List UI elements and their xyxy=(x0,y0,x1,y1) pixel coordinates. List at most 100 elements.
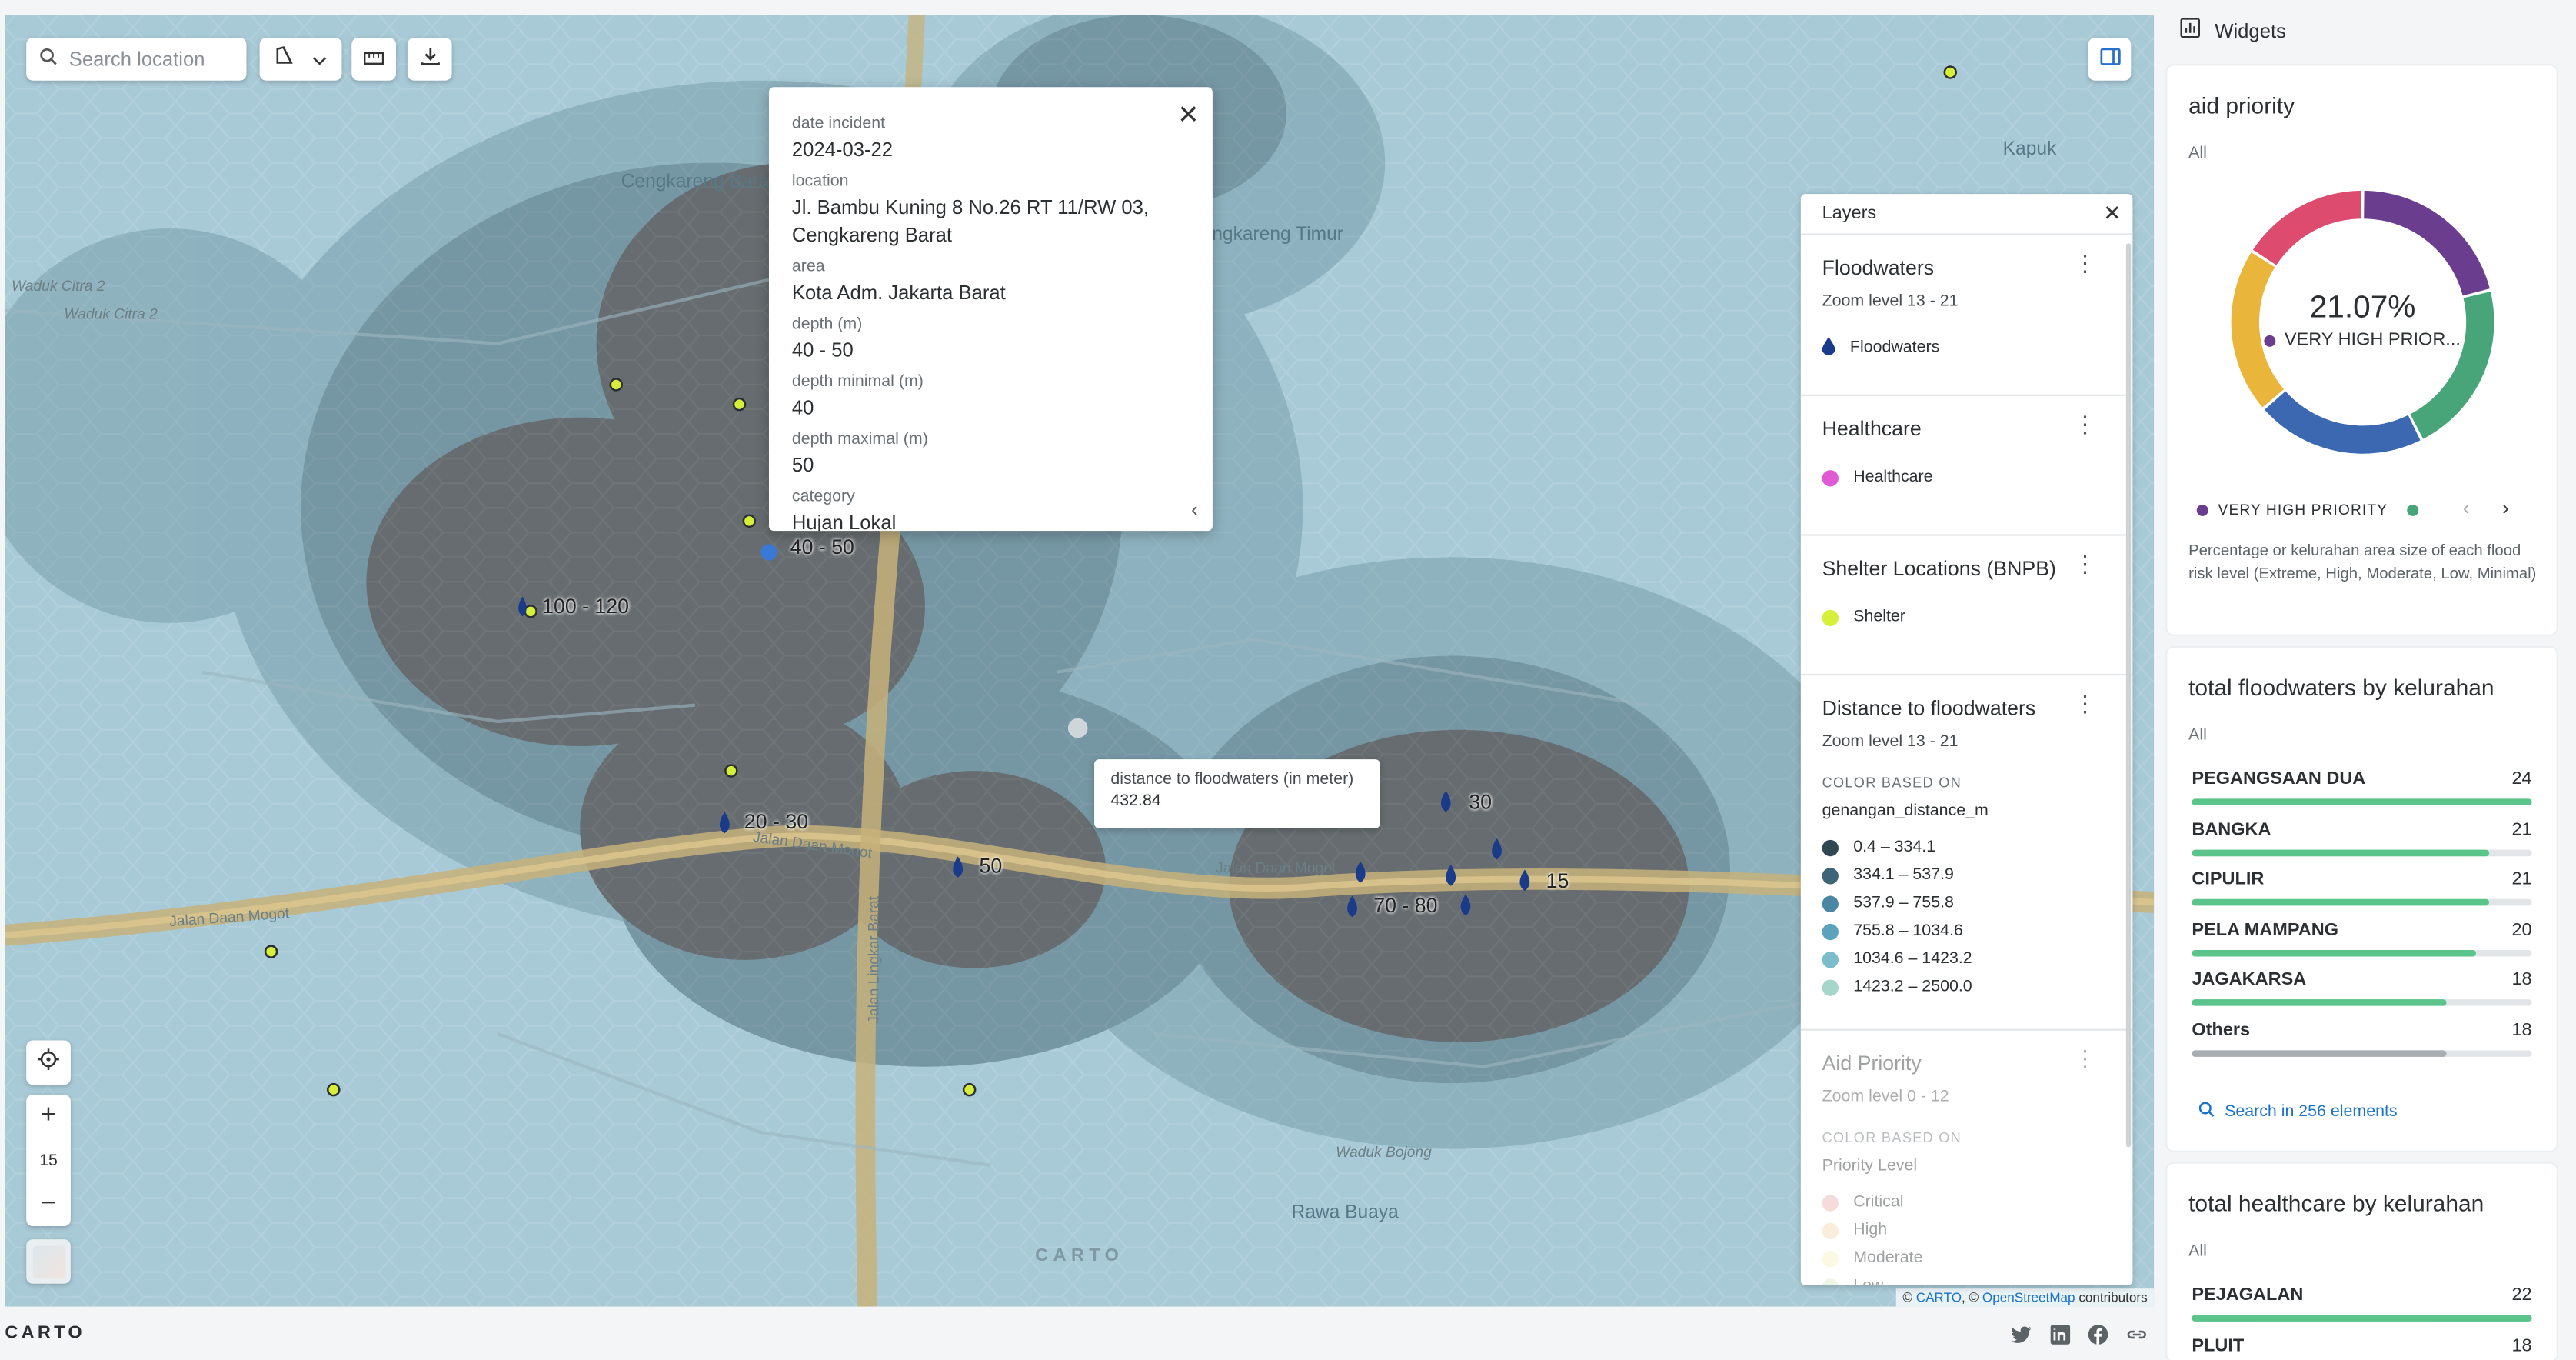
popup-field-value: 50 xyxy=(791,453,814,477)
tooltip-key: distance to floodwaters (in meter) xyxy=(1110,771,1354,789)
point-label: 100 - 120 xyxy=(542,595,629,618)
legend-item: High xyxy=(1822,1216,2112,1244)
map-label-waduk-citra-a: Waduk Citra 2 xyxy=(11,278,105,295)
category-name: PELA MAMPANG xyxy=(2192,919,2339,940)
search-icon xyxy=(39,48,58,71)
point-label: 70 - 80 xyxy=(1373,894,1438,918)
category-bar xyxy=(2192,999,2448,1006)
download-button[interactable] xyxy=(407,38,452,81)
more-options-icon[interactable]: ⋮ xyxy=(2074,552,2097,575)
link-icon[interactable] xyxy=(2126,1323,2148,1352)
legend-swatch xyxy=(1822,608,1839,626)
search-placeholder: Search location xyxy=(68,47,205,71)
legend-label: 537.9 – 755.8 xyxy=(1853,894,1954,912)
legend-swatch xyxy=(1822,951,1839,968)
category-count: 18 xyxy=(2511,969,2532,990)
category-bar xyxy=(2192,898,2490,906)
category-bar-track xyxy=(2192,1049,2532,1056)
legend-swatch xyxy=(1822,922,1839,940)
layer-shelter[interactable]: Shelter Locations (BNPB) ⋮ Shelter xyxy=(1800,536,2133,676)
layer-distance[interactable]: Distance to floodwaters Zoom level 13 - … xyxy=(1800,675,2133,1031)
popup-field-value: Jl. Bambu Kuning 8 No.26 RT 11/RW 03, Ce… xyxy=(791,195,1150,247)
linkedin-icon[interactable] xyxy=(2050,1323,2071,1352)
legend-label: VERY HIGH PRIORITY xyxy=(2218,501,2388,518)
footer: CARTO xyxy=(0,1306,2155,1360)
category-bar xyxy=(2192,848,2490,856)
attribution-prefix: © xyxy=(1902,1290,1913,1305)
layers-scrollbar[interactable] xyxy=(2125,243,2132,1148)
measure-button[interactable] xyxy=(351,38,396,81)
toggle-panel-button[interactable] xyxy=(2088,38,2132,81)
locate-button[interactable] xyxy=(26,1040,71,1085)
layer-title: Floodwaters xyxy=(1822,256,1935,280)
layer-title: Aid Priority xyxy=(1822,1052,1922,1075)
category-name: Others xyxy=(2192,1019,2251,1040)
map-watermark: CARTO xyxy=(1035,1245,1124,1266)
osm-link[interactable]: OpenStreetMap xyxy=(1982,1290,2075,1305)
search-elements-link[interactable]: Search in 256 elements xyxy=(2198,1102,2398,1123)
layer-title: Distance to floodwaters xyxy=(1822,696,2036,720)
point-label: 40 - 50 xyxy=(790,535,854,559)
category-name: BANGKA xyxy=(2192,819,2271,839)
category-count: 24 xyxy=(2511,768,2532,789)
layers-panel: Layers ✕ Floodwaters Zoom level 13 - 21 … xyxy=(1800,194,2133,1285)
layer-zoom: Zoom level 13 - 21 xyxy=(1822,732,1959,752)
carto-logo[interactable]: CARTO xyxy=(5,1323,85,1343)
close-icon[interactable]: ✕ xyxy=(1177,98,1200,132)
popup-field-value: 40 - 50 xyxy=(791,338,854,362)
twitter-icon[interactable] xyxy=(2011,1323,2032,1352)
legend-item: 334.1 – 537.9 xyxy=(1822,862,2112,889)
tooltip-value: 432.84 xyxy=(1110,792,1161,811)
crosshair-icon xyxy=(38,1048,59,1077)
widget-filter: All xyxy=(2188,145,2207,163)
draw-tool-button[interactable] xyxy=(259,38,342,81)
legend-item: Shelter xyxy=(1822,603,2112,631)
legend-label: 1034.6 – 1423.2 xyxy=(1853,950,1972,968)
social-links xyxy=(2011,1323,2147,1352)
chevron-left-icon[interactable]: ‹ xyxy=(1191,498,1198,521)
more-options-icon[interactable]: ⋮ xyxy=(2074,1047,2097,1070)
close-icon[interactable]: ✕ xyxy=(2103,201,2121,227)
more-options-icon[interactable]: ⋮ xyxy=(2074,412,2097,435)
facebook-icon[interactable] xyxy=(2088,1323,2108,1352)
donut-slice[interactable] xyxy=(2364,190,2490,296)
carto-link[interactable]: CARTO xyxy=(1916,1290,1962,1305)
legend-item: 1423.2 – 2500.0 xyxy=(1822,973,2112,1001)
donut-slice[interactable] xyxy=(2252,190,2361,265)
category-bar-track xyxy=(2192,848,2532,856)
layer-title: Healthcare xyxy=(1822,417,1922,441)
more-options-icon[interactable]: ⋮ xyxy=(2074,692,2097,715)
basemap-button[interactable] xyxy=(26,1239,71,1284)
search-box[interactable]: Search location xyxy=(26,38,247,81)
category-bar xyxy=(2192,1049,2448,1056)
legend-label: Critical xyxy=(1853,1193,1904,1212)
zoom-in-button[interactable]: + xyxy=(41,1102,56,1131)
category-count: 21 xyxy=(2511,819,2532,839)
layer-healthcare[interactable]: Healthcare ⋮ Healthcare xyxy=(1800,396,2133,536)
popup-field-key: category xyxy=(791,488,855,507)
zoom-out-button[interactable]: − xyxy=(41,1190,56,1219)
legend-swatch xyxy=(1822,895,1839,912)
legend-item: Critical xyxy=(1822,1188,2112,1216)
hover-tooltip: distance to floodwaters (in meter) 432.8… xyxy=(1094,759,1380,828)
color-based-on-label: COLOR BASED ON xyxy=(1822,774,1962,791)
donut-center: 21.07% VERY HIGH PRIOR... xyxy=(2225,291,2501,350)
popup-field-key: location xyxy=(791,172,849,191)
chevron-right-icon[interactable]: › xyxy=(2502,496,2509,519)
layer-aid-priority[interactable]: Aid Priority Zoom level 0 - 12 ⋮ COLOR B… xyxy=(1801,1031,2133,1285)
color-field: Priority Level xyxy=(1822,1157,1918,1175)
legend-item: Moderate xyxy=(1822,1244,2112,1272)
legend-label: Low xyxy=(1853,1277,1883,1285)
search-elements-label: Search in 256 elements xyxy=(2225,1102,2398,1122)
popup-field-value: 40 xyxy=(791,395,814,419)
layer-floodwaters[interactable]: Floodwaters Zoom level 13 - 21 ⋮ Floodwa… xyxy=(1800,235,2133,396)
donut-slice[interactable] xyxy=(2265,391,2421,454)
legend-item: 0.4 – 334.1 xyxy=(1822,833,2112,861)
floodwaters-widget: total floodwaters by kelurahan All PEGAN… xyxy=(2167,647,2557,1151)
more-options-icon[interactable]: ⋮ xyxy=(2074,252,2097,275)
legend-swatch xyxy=(2196,503,2208,515)
popup-field-key: date incident xyxy=(791,115,886,134)
category-bar xyxy=(2192,1315,2532,1322)
category-name: JAGAKARSA xyxy=(2192,969,2307,990)
chevron-left-icon[interactable]: ‹ xyxy=(2463,496,2470,519)
